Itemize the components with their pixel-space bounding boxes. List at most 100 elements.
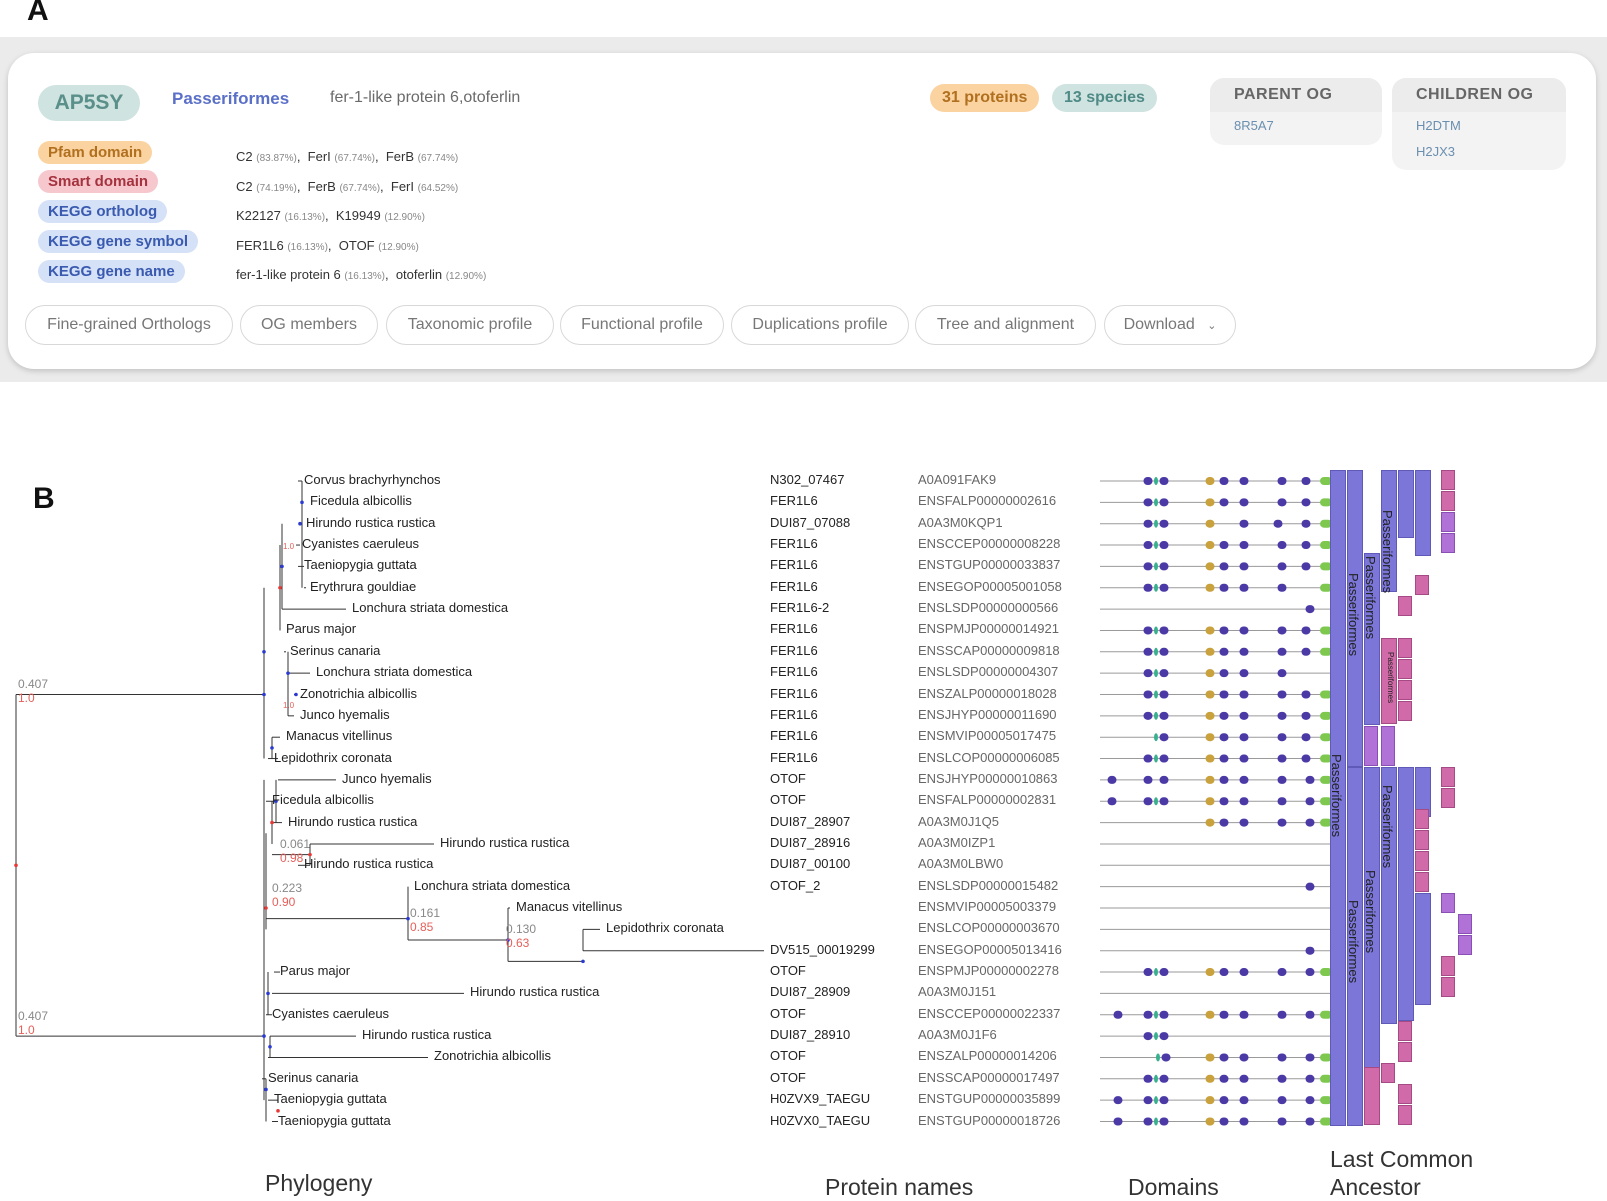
domain-glyph <box>1239 562 1249 571</box>
children-og-box: CHILDREN OG H2DTM H2JX3 <box>1392 78 1566 170</box>
lca-cell <box>1364 726 1378 766</box>
domain-glyph <box>1159 1117 1169 1126</box>
lca-cell <box>1398 596 1412 616</box>
domain-glyph <box>1205 1053 1215 1062</box>
domain-glyph <box>1305 1010 1315 1019</box>
domain-glyph <box>1239 690 1249 699</box>
protein-name: OTOF <box>770 1005 806 1021</box>
annotation-term: otoferlin <box>395 267 443 282</box>
domain-glyph <box>1143 498 1153 507</box>
leaf-species-label: Hirundo rustica rustica <box>288 813 418 829</box>
og-description: fer-1-like protein 6,otoferlin <box>330 89 521 106</box>
lca-column <box>1415 893 1431 1005</box>
domain-glyph <box>1305 1053 1315 1062</box>
domain-glyph <box>1159 754 1169 763</box>
domain-glyph <box>1156 1053 1160 1062</box>
tree-node <box>294 692 298 697</box>
annotation-percent: (16.13%) <box>287 242 328 253</box>
domain-glyph <box>1113 1010 1123 1019</box>
tree-node <box>280 564 284 569</box>
domain-glyph <box>1277 797 1287 806</box>
domain-glyph <box>1154 519 1158 528</box>
protein-name: FER1L6-2 <box>770 600 830 616</box>
lca-cell <box>1398 1084 1412 1104</box>
protein-name: DUI87_28907 <box>770 813 851 829</box>
domain-glyph <box>1219 733 1229 742</box>
domain-glyph <box>1154 968 1158 977</box>
tab-taxonomic-profile[interactable]: Taxonomic profile <box>386 305 554 345</box>
leaf-species-label: Hirundo rustica rustica <box>470 984 600 1000</box>
leaf-species-label: Taeniopygia guttata <box>304 557 417 573</box>
parent-og-link[interactable]: 8R5A7 <box>1234 118 1274 133</box>
tab-duplications-profile[interactable]: Duplications profile <box>731 305 909 345</box>
domain-glyph <box>1113 1096 1123 1105</box>
domain-glyph <box>1239 818 1249 827</box>
protein-accession: ENSLSDP00000004307 <box>918 664 1059 680</box>
download-dropdown[interactable]: Download ⌄ <box>1104 305 1236 345</box>
protein-name: OTOF <box>770 963 806 979</box>
protein-accession: ENSEGOP00005001058 <box>918 578 1062 594</box>
annotation-term: FerB <box>385 149 415 164</box>
tab-fine-grained-orthologs[interactable]: Fine-grained Orthologs <box>25 305 233 345</box>
protein-name: FER1L6 <box>770 536 818 552</box>
domain-glyph <box>1301 541 1311 550</box>
domain-glyph <box>1159 477 1169 485</box>
protein-accession: ENSLCOP00000006085 <box>918 749 1060 765</box>
protein-names-caption: Protein names <box>825 1174 974 1200</box>
protein-name: FER1L6 <box>770 706 818 722</box>
domain-glyph <box>1305 1074 1315 1083</box>
protein-accession: ENSSCAP00000017497 <box>918 1069 1060 1085</box>
domain-glyph <box>1239 1096 1249 1105</box>
lca-cell <box>1415 830 1429 850</box>
branch-length-label: 0.407 <box>18 1009 49 1023</box>
leaf-species-label: Serinus canaria <box>268 1069 359 1085</box>
chevron-down-icon: ⌄ <box>1207 320 1217 332</box>
tab-functional-profile[interactable]: Functional profile <box>560 305 724 345</box>
child-og-link[interactable]: H2DTM <box>1416 118 1461 133</box>
lca-cell <box>1398 680 1412 700</box>
lca-cell <box>1458 914 1472 934</box>
tab-og-members[interactable]: OG members <box>240 305 378 345</box>
domain-glyph <box>1159 690 1169 699</box>
protein-accession: A0A3M0IZP1 <box>918 834 996 850</box>
tab-tree-and-alignment[interactable]: Tree and alignment <box>915 305 1096 345</box>
leaf-species-label: Cyanistes caeruleus <box>272 1005 390 1021</box>
domain-glyph <box>1219 583 1229 592</box>
domain-glyph <box>1159 1096 1169 1105</box>
child-og-link[interactable]: H2JX3 <box>1416 144 1455 159</box>
domain-glyph <box>1277 818 1287 827</box>
domain-glyph <box>1205 1010 1215 1019</box>
protein-name: FER1L6 <box>770 578 818 594</box>
domain-glyph <box>1159 541 1169 550</box>
domain-glyph <box>1205 968 1215 977</box>
protein-accession: ENSLSDP00000015482 <box>918 877 1059 893</box>
domain-glyph <box>1154 583 1158 592</box>
domain-glyph <box>1205 519 1215 528</box>
domain-glyph <box>1143 1117 1153 1126</box>
domain-glyph <box>1154 1010 1158 1019</box>
tree-node <box>300 500 304 505</box>
tree-node <box>270 820 274 825</box>
branch-length-label: 0.130 <box>506 922 537 936</box>
annotation-percent: (74.19%) <box>256 183 297 194</box>
support-value-label: 1.0 <box>283 542 295 551</box>
domain-glyph <box>1107 797 1117 806</box>
protein-name: OTOF <box>770 1048 806 1064</box>
protein-name: FER1L6 <box>770 557 818 573</box>
protein-name: DV515_00019299 <box>770 941 875 957</box>
domain-glyph <box>1159 968 1169 977</box>
taxon-link[interactable]: Passeriformes <box>172 89 289 109</box>
domain-glyph <box>1301 562 1311 571</box>
panel-b-label: B <box>33 482 55 515</box>
leaf-species-label: Lepidothrix coronata <box>606 920 724 936</box>
domain-glyph <box>1305 882 1315 891</box>
annotation-term: FerB <box>307 179 336 194</box>
domain-glyph <box>1159 498 1169 507</box>
leaf-species-label: Hirundo rustica rustica <box>362 1027 492 1043</box>
lca-cell <box>1415 872 1429 892</box>
domain-glyph <box>1154 1032 1158 1041</box>
domain-glyph <box>1301 733 1311 742</box>
protein-name: OTOF_2 <box>770 877 821 893</box>
protein-name: OTOF <box>770 1069 806 1085</box>
domain-glyph <box>1273 519 1283 528</box>
